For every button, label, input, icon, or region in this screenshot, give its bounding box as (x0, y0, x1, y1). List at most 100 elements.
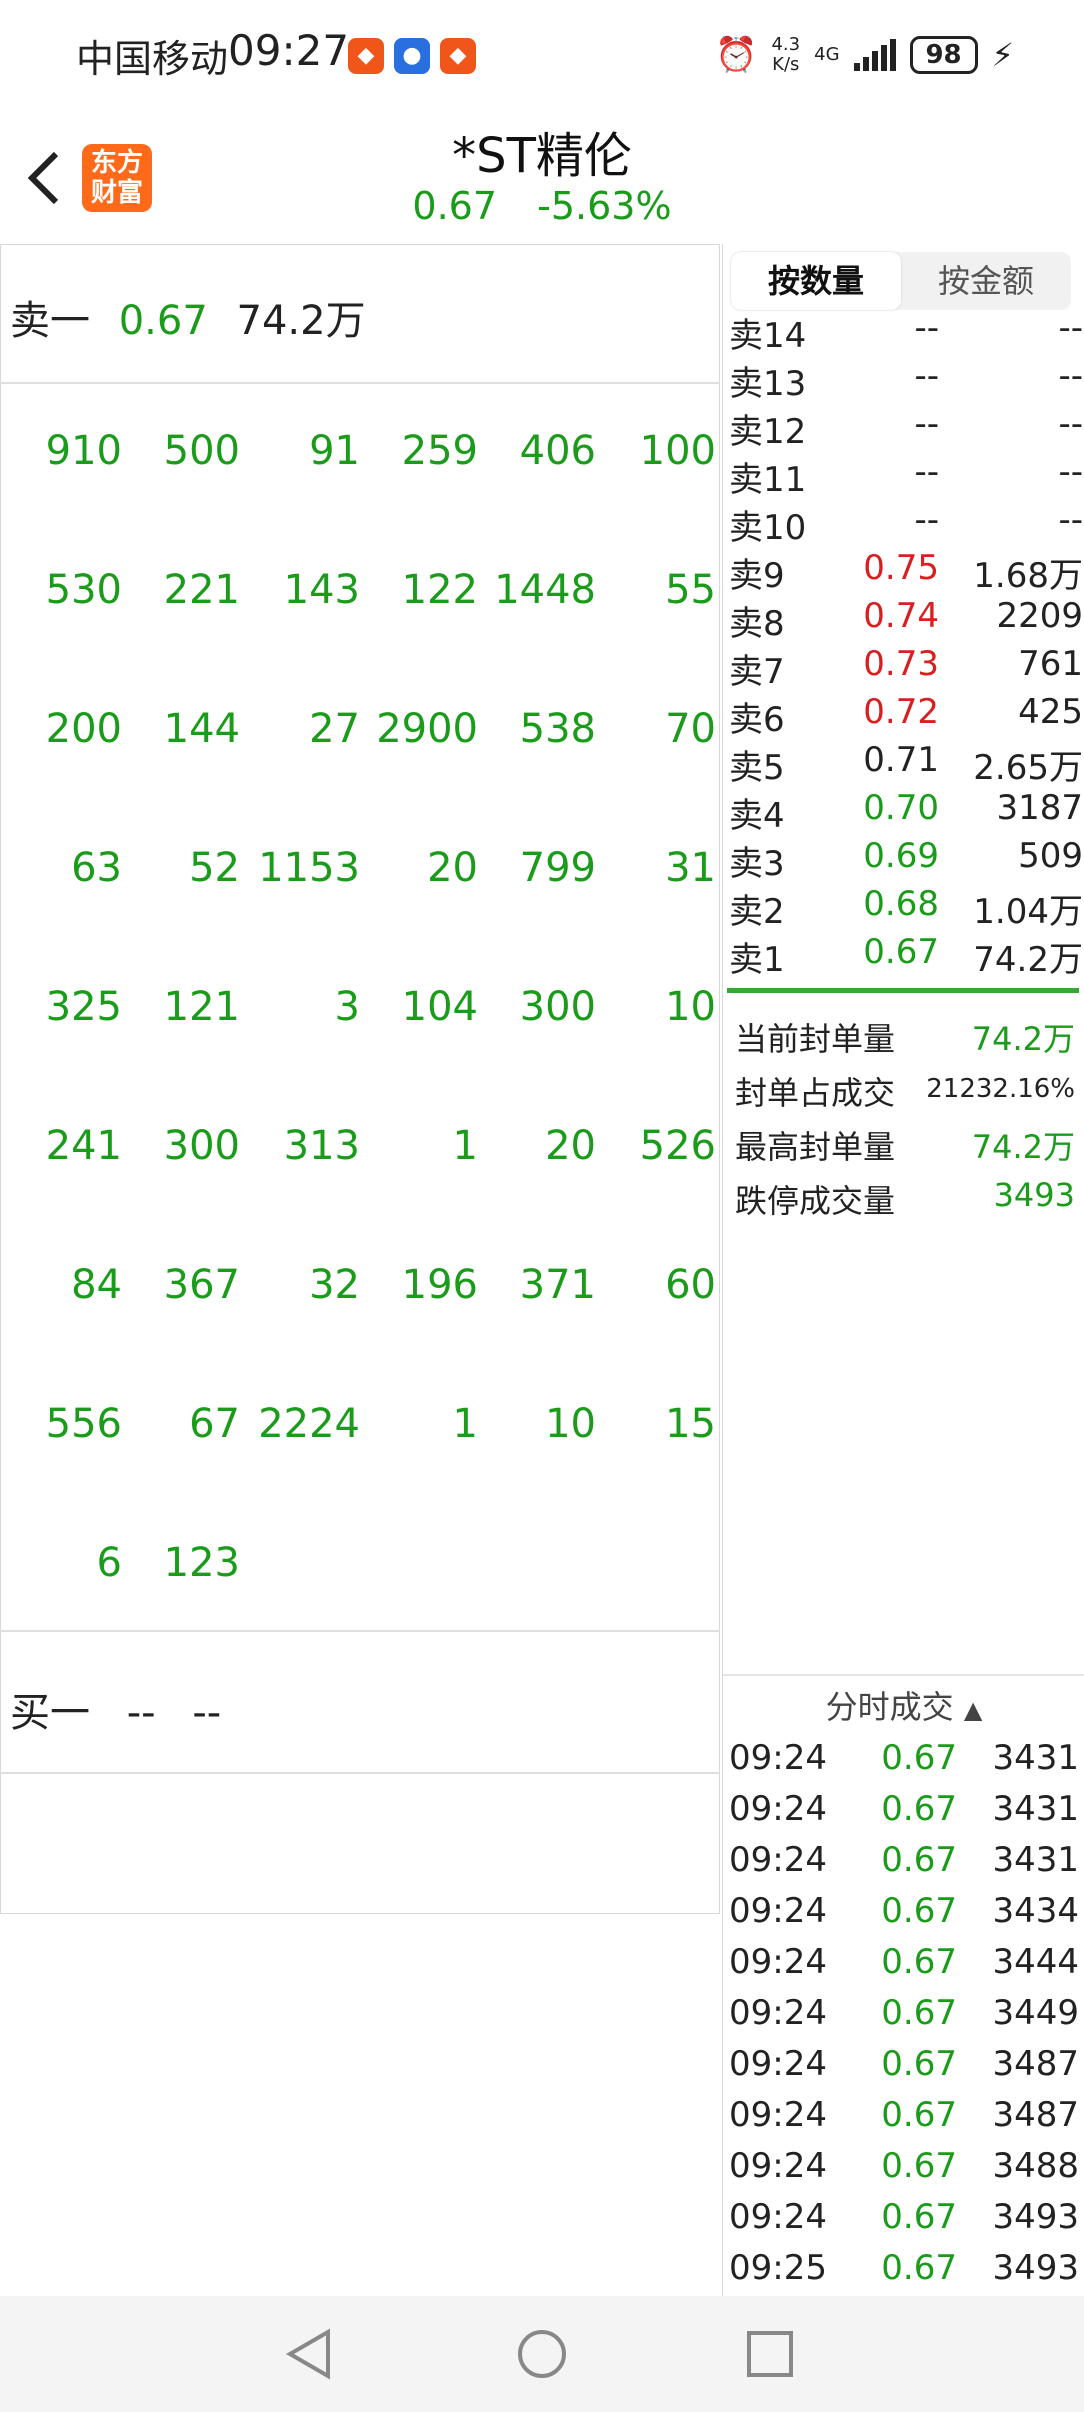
tick-price: 0.67 (881, 1891, 957, 1931)
level-label: 卖14 (729, 316, 807, 356)
tab-by-amount[interactable]: 按金额 (901, 252, 1071, 310)
level-price: 0.74 (863, 596, 939, 636)
queue-order-volume: 31 (665, 845, 716, 891)
tick-price: 0.67 (881, 1789, 957, 1829)
level-volume: -- (1058, 308, 1083, 348)
queue-order-volume: 144 (163, 706, 240, 752)
queue-order-volume: 313 (283, 1123, 360, 1169)
stat-value: 74.2万 (971, 1020, 1075, 1058)
queue-order-volume: 52 (189, 845, 240, 891)
stock-price: 0.67 (412, 184, 498, 228)
queue-order-volume: 530 (45, 567, 122, 613)
sell1-label: 卖一 (10, 298, 90, 344)
tick-volume: 3444 (992, 1942, 1079, 1982)
stock-name: *ST精伦 (452, 128, 632, 184)
queue-order-volume: 122 (401, 567, 478, 613)
status-indicators: ⏰ 4.3 K/s 4G 98 ⚡ (715, 30, 1014, 80)
order-book-row: 卖14 -- -- (729, 308, 1083, 356)
net-speed-value: 4.3 (771, 34, 801, 55)
level-price: 0.69 (863, 836, 939, 876)
tick-price: 0.67 (881, 1942, 957, 1982)
stat-label: 最高封单量 (735, 1128, 896, 1166)
tick-row: 09:24 0.67 3487 (729, 2044, 1079, 2094)
ticks-title: 分时成交 (825, 1688, 954, 1726)
queue-order-volume: 2224 (258, 1401, 360, 1447)
order-book-row: 卖4 0.70 3187 (729, 788, 1083, 836)
nav-recents-icon[interactable] (742, 2326, 798, 2382)
nav-back-icon[interactable] (282, 2326, 338, 2382)
tab-by-quantity[interactable]: 按数量 (731, 252, 901, 310)
status-bar: 中国移动 09:27 ◆ ● ◆ ⏰ 4.3 K/s 4G 98 ⚡ (0, 0, 1084, 110)
queue-order-volume: 32 (309, 1262, 360, 1308)
level-label: 卖10 (729, 508, 807, 548)
level-label: 卖3 (729, 844, 785, 884)
order-book-row: 卖6 0.72 425 (729, 692, 1083, 740)
tick-volume: 3434 (992, 1891, 1079, 1931)
tick-time: 09:24 (729, 2044, 827, 2084)
order-book-row: 卖10 -- -- (729, 500, 1083, 548)
stock-change: -5.63% (537, 184, 672, 228)
tick-volume: 3431 (992, 1738, 1079, 1778)
level-price: -- (914, 500, 939, 540)
buy1-summary: 买一 -- -- (10, 1680, 245, 1738)
signal-icon (853, 39, 896, 71)
sell1-summary: 卖一 0.67 74.2万 (10, 288, 382, 346)
tick-volume: 3493 (992, 2248, 1079, 2288)
queue-order-volume: 196 (401, 1262, 478, 1308)
order-book-row: 卖2 0.68 1.04万 (729, 884, 1083, 932)
tick-row: 09:24 0.67 3444 (729, 1942, 1079, 1992)
sell1-volume: 74.2万 (236, 298, 366, 344)
queue-order-volume: 55 (665, 567, 716, 613)
tick-volume: 3449 (992, 1993, 1079, 2033)
level-label: 卖4 (729, 796, 785, 836)
nav-home-icon[interactable] (514, 2326, 570, 2382)
ticks-header[interactable]: 分时成交 ▲ (723, 1682, 1084, 1728)
tick-time: 09:24 (729, 2146, 827, 2186)
tick-row: 09:24 0.67 3431 (729, 1738, 1079, 1788)
tick-row: 09:24 0.67 3487 (729, 2095, 1079, 2145)
queue-order-volume: 70 (665, 706, 716, 752)
tick-volume: 3431 (992, 1840, 1079, 1880)
tick-time: 09:24 (729, 2095, 827, 2135)
tick-row: 09:24 0.67 3431 (729, 1789, 1079, 1839)
tick-row: 09:24 0.67 3431 (729, 1840, 1079, 1890)
tick-price: 0.67 (881, 2248, 957, 2288)
status-clock: 09:27 (228, 26, 350, 75)
level-volume: -- (1058, 356, 1083, 396)
sell1-indicator-line (727, 988, 1079, 993)
tick-price: 0.67 (881, 1993, 957, 2033)
order-book-row: 卖1 0.67 74.2万 (729, 932, 1083, 980)
queue-order-volume: 20 (427, 845, 478, 891)
tick-time: 09:24 (729, 1993, 827, 2033)
tick-time: 09:24 (729, 1840, 827, 1880)
order-book-row: 卖8 0.74 2209 (729, 596, 1083, 644)
queue-order-volume: 20 (545, 1123, 596, 1169)
net-speed-unit: K/s (772, 54, 800, 75)
level-label: 卖8 (729, 604, 785, 644)
stat-value: 74.2万 (971, 1128, 1075, 1166)
order-book-row: 卖11 -- -- (729, 452, 1083, 500)
queue-order-volume: 63 (71, 845, 122, 891)
tick-price: 0.67 (881, 2095, 957, 2135)
carrier-name: 中国移动 (76, 37, 229, 81)
stat-label: 跌停成交量 (735, 1182, 896, 1220)
tick-price: 0.67 (881, 2197, 957, 2237)
level-price: -- (914, 404, 939, 444)
order-book-row: 卖5 0.71 2.65万 (729, 740, 1083, 788)
tick-time: 09:25 (729, 2248, 827, 2288)
order-book-row: 卖13 -- -- (729, 356, 1083, 404)
queue-order-volume: 143 (283, 567, 360, 613)
mode-tabs: 按数量 按金额 (731, 252, 1071, 310)
order-book-row: 卖9 0.75 1.68万 (729, 548, 1083, 596)
level-label: 卖7 (729, 652, 785, 692)
level-price: 0.75 (863, 548, 939, 588)
charging-icon: ⚡ (991, 36, 1014, 74)
caret-up-icon: ▲ (963, 1696, 983, 1724)
stat-label: 当前封单量 (735, 1020, 896, 1058)
order-book-row: 卖7 0.73 761 (729, 644, 1083, 692)
level-volume: 425 (1018, 692, 1083, 732)
queue-order-volume: 371 (519, 1262, 596, 1308)
level-label: 卖13 (729, 364, 807, 404)
level-price: -- (914, 308, 939, 348)
queue-order-volume: 15 (665, 1401, 716, 1447)
